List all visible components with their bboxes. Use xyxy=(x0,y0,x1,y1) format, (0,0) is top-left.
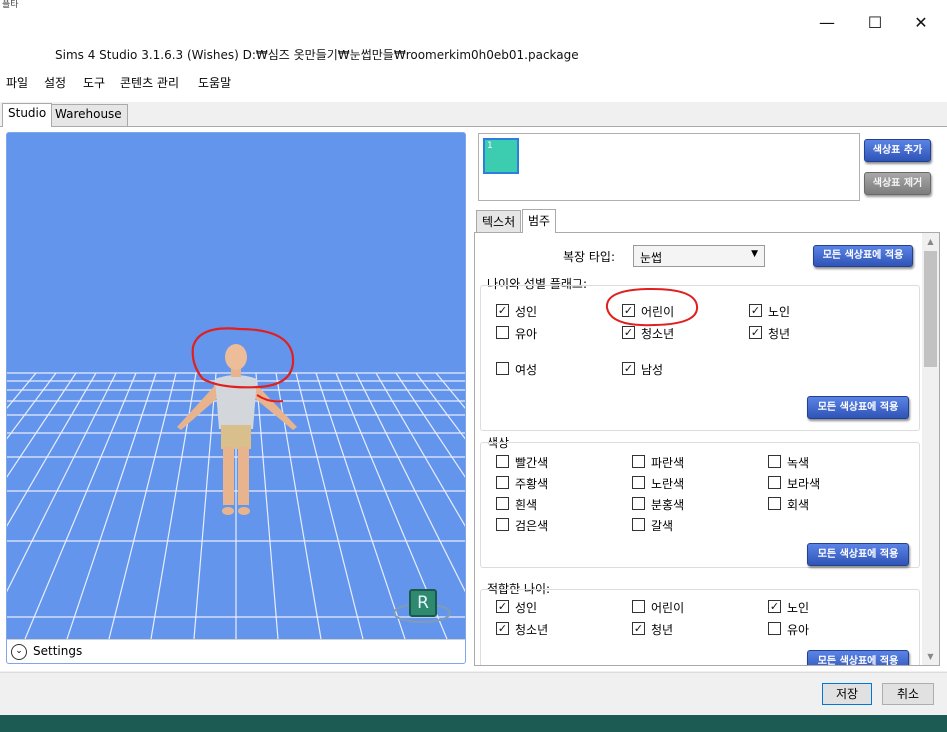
checkbox-label: 성인 xyxy=(515,601,538,615)
checkbox-label: 노란색 xyxy=(651,477,685,491)
checkbox-label: 검은색 xyxy=(515,519,549,533)
checkbox-color-green[interactable] xyxy=(768,455,781,468)
close-button[interactable]: ✕ xyxy=(906,10,936,36)
checkbox-suitable-adult[interactable]: ✓ xyxy=(496,600,509,613)
checkbox-label: 회색 xyxy=(787,498,810,512)
checkbox-label: 분홍색 xyxy=(651,498,685,512)
checkbox-label: 청년 xyxy=(768,327,791,341)
colors-group: 빨간색 파란색 녹색 주황색 노란색 보라색 흰색 분홍색 회색 검은색 갈색 … xyxy=(480,442,920,568)
tab-category[interactable]: 범주 xyxy=(522,209,557,233)
swatch-item[interactable]: 1 xyxy=(483,138,519,174)
tab-texture[interactable]: 텍스처 xyxy=(476,210,522,232)
checkbox-color-white[interactable] xyxy=(496,497,509,510)
checkbox-suitable-teen[interactable]: ✓ xyxy=(496,622,509,635)
menu-settings[interactable]: 설정 xyxy=(44,74,66,91)
scroll-down-icon[interactable]: ▼ xyxy=(922,648,939,665)
outfit-type-select[interactable]: 눈썹 ▼ xyxy=(633,245,765,267)
checkbox-age-young-adult[interactable]: ✓ xyxy=(749,326,762,339)
checkbox-suitable-elder[interactable]: ✓ xyxy=(768,600,781,613)
checkbox-label: 유아 xyxy=(787,623,810,637)
checkbox-color-gray[interactable] xyxy=(768,497,781,510)
checkbox-label: 어린이 xyxy=(651,601,685,615)
checkbox-label: 갈색 xyxy=(651,519,674,533)
3d-viewport[interactable]: R ⌄ Settings xyxy=(6,132,466,664)
caption-fragment: 플타 xyxy=(2,0,19,10)
checkbox-label: 성인 xyxy=(515,305,538,319)
swatch-label: 1 xyxy=(487,141,493,151)
checkbox-color-yellow[interactable] xyxy=(632,476,645,489)
menu-bar: 파일 설정 도구 콘텐츠 관리 도움말 xyxy=(0,70,947,102)
checkbox-label: 빨간색 xyxy=(515,456,549,470)
checkbox-age-elder[interactable]: ✓ xyxy=(749,304,762,317)
checkbox-label: 여성 xyxy=(515,363,538,377)
checkbox-suitable-child[interactable] xyxy=(632,600,645,613)
checkbox-color-purple[interactable] xyxy=(768,476,781,489)
maximize-button[interactable]: ☐ xyxy=(860,10,890,36)
checkbox-label: 흰색 xyxy=(515,498,538,512)
app-window: 플타 — ☐ ✕ Sims 4 Studio 3.1.6.3 (Wishes) … xyxy=(0,0,947,715)
tab-studio[interactable]: Studio xyxy=(2,103,53,127)
viewport-scene xyxy=(7,327,465,639)
minimize-button[interactable]: — xyxy=(812,10,842,36)
checkbox-age-toddler[interactable] xyxy=(496,326,509,339)
cancel-button[interactable]: 취소 xyxy=(882,683,934,705)
tab-warehouse[interactable]: Warehouse xyxy=(49,104,128,126)
scrollbar[interactable]: ▲ ▼ xyxy=(922,233,939,665)
checkbox-suitable-toddler[interactable] xyxy=(768,622,781,635)
sim-character xyxy=(177,344,297,515)
checkbox-color-pink[interactable] xyxy=(632,497,645,510)
checkbox-label: 노인 xyxy=(768,305,791,319)
checkbox-age-adult[interactable]: ✓ xyxy=(496,304,509,317)
checkbox-label: 유아 xyxy=(515,327,538,341)
app-title: Sims 4 Studio 3.1.6.3 (Wishes) D:₩심즈 옷만들… xyxy=(55,48,579,62)
title-bar: 플타 — ☐ ✕ Sims 4 Studio 3.1.6.3 (Wishes) … xyxy=(0,0,947,70)
checkbox-label: 주황색 xyxy=(515,477,549,491)
checkbox-label: 파란색 xyxy=(651,456,685,470)
checkbox-label: 청소년 xyxy=(515,623,549,637)
age-gender-group: ✓ 성인 ✓ 어린이 ✓ 노인 유아 ✓ 청소년 ✓ 청년 여성 ✓ 남성 모든… xyxy=(480,285,920,431)
checkbox-color-black[interactable] xyxy=(496,518,509,531)
swatch-list[interactable]: 1 xyxy=(478,133,860,201)
apply-all-button-colors[interactable]: 모든 색상표에 적용 xyxy=(807,543,909,566)
menu-help[interactable]: 도움말 xyxy=(198,74,231,91)
outfit-type-value: 눈썹 xyxy=(640,251,663,265)
menu-tools[interactable]: 도구 xyxy=(83,74,105,91)
chevron-down-icon[interactable]: ⌄ xyxy=(11,644,27,660)
apply-all-button-age-gender[interactable]: 모든 색상표에 적용 xyxy=(807,396,909,419)
settings-bar[interactable]: ⌄ Settings xyxy=(7,639,465,663)
dialog-footer: 저장 취소 xyxy=(0,672,947,715)
checkbox-color-blue[interactable] xyxy=(632,455,645,468)
category-panel[interactable]: 복장 타입: 눈썹 ▼ 모든 색상표에 적용 나이와 성별 플래그: ✓ 성인 … xyxy=(474,232,940,666)
menu-content-management[interactable]: 콘텐츠 관리 xyxy=(120,74,179,91)
checkbox-color-red[interactable] xyxy=(496,455,509,468)
chevron-down-icon: ▼ xyxy=(751,249,758,259)
checkbox-label: 녹색 xyxy=(787,456,810,470)
checkbox-label: 노인 xyxy=(787,601,810,615)
outfit-type-label: 복장 타입: xyxy=(563,250,616,264)
checkbox-color-orange[interactable] xyxy=(496,476,509,489)
apply-all-button-outfit[interactable]: 모든 색상표에 적용 xyxy=(813,245,913,267)
suitable-age-group: ✓ 성인 어린이 ✓ 노인 ✓ 청소년 ✓ 청년 유아 모든 색상표에 적용 xyxy=(480,589,920,665)
add-swatch-button[interactable]: 색상표 추가 xyxy=(864,139,931,162)
checkbox-gender-male[interactable]: ✓ xyxy=(622,362,635,375)
reset-view-button[interactable]: R xyxy=(409,589,437,617)
scroll-thumb[interactable] xyxy=(924,251,937,367)
checkbox-gender-female[interactable] xyxy=(496,362,509,375)
save-button[interactable]: 저장 xyxy=(822,683,872,705)
checkbox-label: 청년 xyxy=(651,623,674,637)
scroll-up-icon[interactable]: ▲ xyxy=(922,233,939,250)
checkbox-color-brown[interactable] xyxy=(632,518,645,531)
settings-label: Settings xyxy=(33,644,83,658)
checkbox-label: 보라색 xyxy=(787,477,821,491)
checkbox-label: 남성 xyxy=(641,363,664,377)
checkbox-suitable-young-adult[interactable]: ✓ xyxy=(632,622,645,635)
menu-file[interactable]: 파일 xyxy=(6,74,28,91)
remove-swatch-button[interactable]: 색상표 제거 xyxy=(864,172,931,195)
annotation-circle xyxy=(605,287,699,327)
apply-all-button-suitable-age[interactable]: 모든 색상표에 적용 xyxy=(807,650,909,665)
